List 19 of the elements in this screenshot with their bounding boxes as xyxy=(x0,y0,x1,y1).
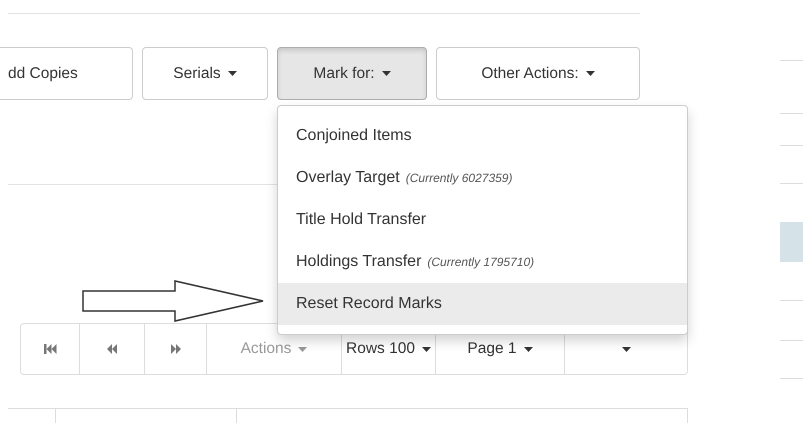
toolbar-button[interactable]: dd Copies xyxy=(0,47,133,100)
fast-forward-icon xyxy=(170,344,180,354)
first-page-icon xyxy=(44,344,56,354)
toolbar-button[interactable]: Serials xyxy=(142,47,268,100)
menu-item[interactable]: Conjoined Items xyxy=(278,115,687,157)
caret-icon xyxy=(298,346,308,352)
next-page-button[interactable] xyxy=(145,323,207,375)
highlighted-cell xyxy=(780,222,803,262)
menu-item[interactable]: Title Hold Transfer xyxy=(278,199,687,241)
menu-item[interactable]: Reset Record Marks xyxy=(278,283,687,325)
toolbar-button[interactable]: Mark for: xyxy=(277,47,427,100)
toolbar-button[interactable]: Other Actions: xyxy=(436,47,640,100)
caret-icon xyxy=(524,346,533,352)
menu-item[interactable]: Overlay Target (Currently 6027359) xyxy=(278,157,687,199)
rewind-icon xyxy=(107,344,117,354)
menu-item[interactable]: Holdings Transfer (Currently 1795710) xyxy=(278,241,687,283)
caret-icon xyxy=(622,346,630,352)
first-page-button[interactable] xyxy=(20,323,80,375)
caret-icon xyxy=(422,346,431,352)
